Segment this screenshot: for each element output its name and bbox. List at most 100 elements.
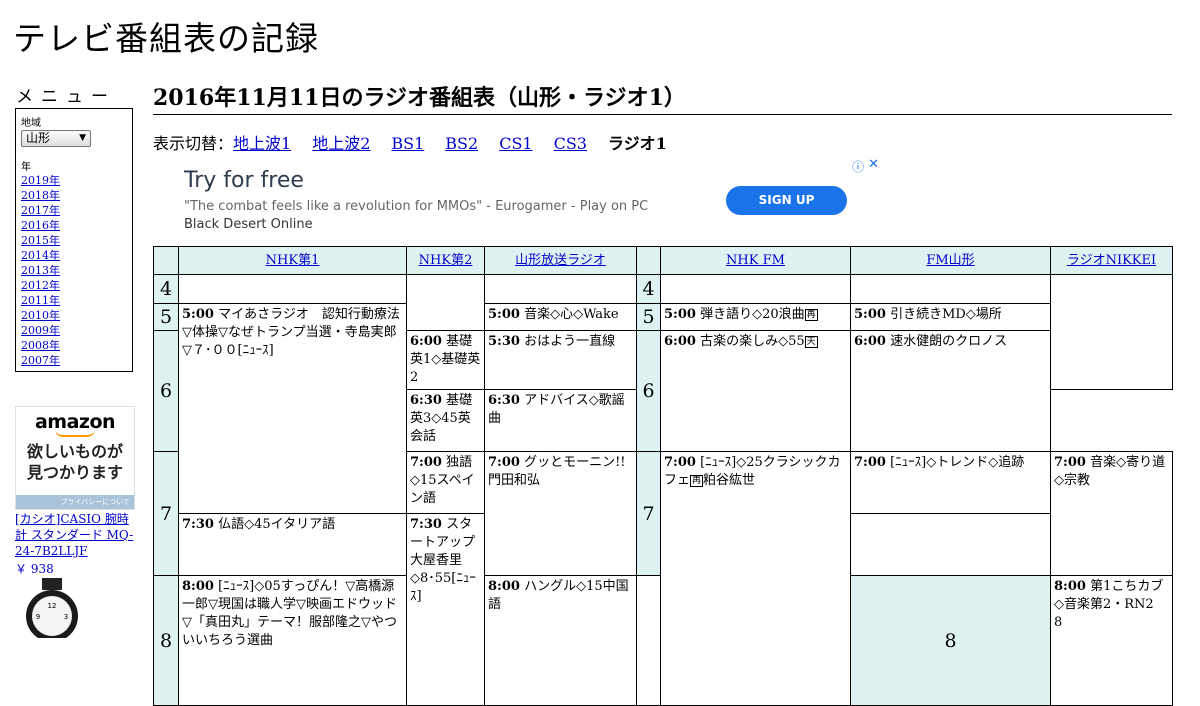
watch-product-image[interactable]: 12 9 3	[20, 578, 84, 638]
channel-switch-current: ラジオ1	[607, 134, 667, 153]
schedule-header-row: NHK第1 NHK第2 山形放送ラジオ NHK FM FM山形 ラジオNIKKE…	[153, 246, 1173, 275]
stereo-mark-icon: 天	[804, 335, 818, 348]
channel-link-nhkfm[interactable]: NHK FM	[726, 253, 785, 268]
hour-cell: 6	[153, 330, 179, 452]
program-cell[interactable]: 5:30 おはよう一直線	[484, 330, 637, 390]
region-select-value: 山形	[26, 131, 51, 145]
year-link[interactable]: 2014年	[21, 248, 132, 263]
year-label: 年	[21, 162, 31, 173]
program-cell[interactable]: 5:00 音楽◇心◇Wake	[484, 303, 637, 331]
year-link[interactable]: 2015年	[21, 233, 132, 248]
hour-cell: 8	[153, 575, 179, 706]
amazon-ad[interactable]: amazon 欲しいものが 見つかります プライバシーについて	[15, 406, 135, 510]
year-link[interactable]: 2009年	[21, 323, 132, 338]
program-cell[interactable]: 6:00 古楽の楽しみ◇55 天	[660, 330, 851, 452]
year-link[interactable]: 2013年	[21, 263, 132, 278]
ad-text-brand: Black Desert Online	[184, 217, 313, 232]
page-title: 2016年11月11日のラジオ番組表（山形・ラジオ1）	[153, 84, 1172, 115]
svg-text:9: 9	[36, 613, 40, 621]
empty-slot	[1050, 274, 1173, 390]
amazon-logo: amazon	[34, 411, 116, 433]
program-cell[interactable]: 8:00 ハングル◇15中国語	[484, 575, 637, 706]
region-label: 地域	[21, 118, 41, 129]
program-cell[interactable]: 7:00 グッとモーニン!!門田和弘	[484, 451, 637, 576]
year-link[interactable]: 2018年	[21, 188, 132, 203]
hour-cell: 4	[153, 274, 179, 304]
empty-slot	[484, 274, 637, 304]
schedule-row: 4 4	[153, 274, 1173, 390]
channel-link-nhk1[interactable]: NHK第1	[266, 253, 320, 268]
amazon-copy-line2: 見つかります	[26, 463, 123, 482]
info-icon[interactable]: ⓘ	[852, 158, 864, 175]
rerun-mark-icon: 再	[690, 474, 704, 487]
dropdown-arrow-icon: ▼	[79, 133, 86, 143]
program-cell[interactable]: 7:00 [ﾆｭｰｽ]◇25クラシックカフェ再粕谷紘世	[660, 451, 851, 706]
channel-switch-link[interactable]: 地上波2	[312, 134, 370, 153]
hour-cell: 4	[636, 274, 661, 304]
close-icon[interactable]: ✕	[868, 157, 879, 172]
corner-cell	[153, 246, 179, 275]
channel-switch-link[interactable]: BS1	[391, 134, 424, 153]
channel-link-ybc[interactable]: 山形放送ラジオ	[515, 253, 606, 268]
year-link[interactable]: 2007年	[21, 353, 132, 368]
region-select[interactable]: 山形 ▼	[21, 130, 91, 147]
amazon-copy-line1: 欲しいものが	[26, 442, 123, 461]
channel-switch-link[interactable]: BS2	[445, 134, 478, 153]
svg-text:12: 12	[48, 602, 57, 610]
channel-switch-link[interactable]: CS1	[499, 134, 532, 153]
program-cell[interactable]: 7:00 音楽◇寄り道◇宗教	[1050, 451, 1173, 576]
product-link[interactable]: [カシオ]CASIO 腕時計 スタンダード MQ-24-7B2LLJF	[15, 511, 137, 559]
program-cell[interactable]: 5:00 弾き語り◇20浪曲再	[660, 303, 851, 331]
amazon-copy: 欲しいものが 見つかります	[16, 441, 134, 483]
program-cell[interactable]: 5:00 マイあさラジオ 認知行動療法▽体操▽なぜトランプ当選・寺島実郎▽７･０…	[178, 303, 407, 514]
empty-slot	[660, 274, 851, 304]
channel-switch-link[interactable]: CS3	[554, 134, 587, 153]
channel-header: FM山形	[850, 246, 1051, 275]
year-link[interactable]: 2017年	[21, 203, 132, 218]
program-cell[interactable]: 6:00 基礎英1◇基礎英2	[406, 330, 485, 390]
ad-banner[interactable]: Try for free "The combat feels like a re…	[153, 156, 881, 246]
empty-slot	[406, 274, 485, 331]
hour-cell: 5	[153, 303, 179, 331]
year-link[interactable]: 2011年	[21, 293, 132, 308]
channel-header: NHK FM	[660, 246, 851, 275]
channel-header: 山形放送ラジオ	[484, 246, 637, 275]
year-link[interactable]: 2019年	[21, 173, 132, 188]
year-link[interactable]: 2012年	[21, 278, 132, 293]
program-cell[interactable]: 8:00 第1こちカブ◇音楽第2・RN2 8	[1050, 575, 1173, 706]
program-cell[interactable]: 7:30 スタートアップ大屋香里◇8･55[ﾆｭｰｽ]	[406, 513, 485, 706]
program-cell[interactable]: 6:30 アドバイス◇歌謡曲	[484, 389, 637, 452]
program-cell[interactable]: 5:00 引き続きMD◇場所	[850, 303, 1051, 331]
channel-switch-link[interactable]: 地上波1	[233, 134, 291, 153]
ad-text: "The combat feels like a revolution for …	[184, 198, 674, 234]
year-list: 2019年 2018年 2017年 2016年 2015年 2014年 2013年 2012年…	[21, 173, 132, 368]
empty-slot	[850, 274, 1051, 304]
channel-link-nikkei[interactable]: ラジオNIKKEI	[1067, 253, 1156, 268]
svg-text:3: 3	[64, 613, 68, 621]
amazon-privacy-link[interactable]: プライバシーについて	[16, 495, 134, 509]
schedule-table: NHK第1 NHK第2 山形放送ラジオ NHK FM FM山形 ラジオNIKKE…	[153, 246, 1173, 706]
channel-switch-label: 表示切替：	[153, 134, 234, 153]
hour-cell: 5	[636, 303, 661, 331]
signup-button[interactable]: SIGN UP	[726, 186, 847, 215]
channel-header: ラジオNIKKEI	[1050, 246, 1173, 275]
corner-cell	[636, 246, 661, 275]
program-cell[interactable]: 7:30 仏語◇45イタリア語	[178, 513, 407, 576]
schedule-row: 5 5:00 マイあさラジオ 認知行動療法▽体操▽なぜトランプ当選・寺島実郎▽７…	[153, 303, 1173, 514]
program-cell[interactable]: 6:00 速水健朗のクロノス	[850, 330, 1051, 452]
channel-header: NHK第1	[178, 246, 407, 275]
channel-link-fmy[interactable]: FM山形	[926, 253, 974, 268]
rerun-mark-icon: 再	[804, 308, 818, 321]
program-cell[interactable]: 8:00 [ﾆｭｰｽ]◇05すっぴん！▽高橋源一郎▽現国は職人学▽映画エドウッド…	[178, 575, 407, 706]
program-cell[interactable]: 7:00 [ﾆｭｰｽ]◇トレンド◇追跡	[850, 451, 1051, 514]
year-link[interactable]: 2010年	[21, 308, 132, 323]
channel-link-nhk2[interactable]: NHK第2	[419, 253, 473, 268]
program-cell[interactable]: 7:00 独語◇15スペイン語	[406, 451, 485, 514]
hour-cell: 7	[636, 451, 661, 576]
year-link[interactable]: 2016年	[21, 218, 132, 233]
program-cell[interactable]: 6:30 基礎英3◇45英会話	[406, 389, 485, 452]
channel-header: NHK第2	[406, 246, 485, 275]
year-link[interactable]: 2008年	[21, 338, 132, 353]
ad-title: Try for free	[184, 168, 304, 193]
channel-switch-links: 地上波1 地上波2 BS1 BS2 CS1 CS3	[233, 134, 608, 153]
